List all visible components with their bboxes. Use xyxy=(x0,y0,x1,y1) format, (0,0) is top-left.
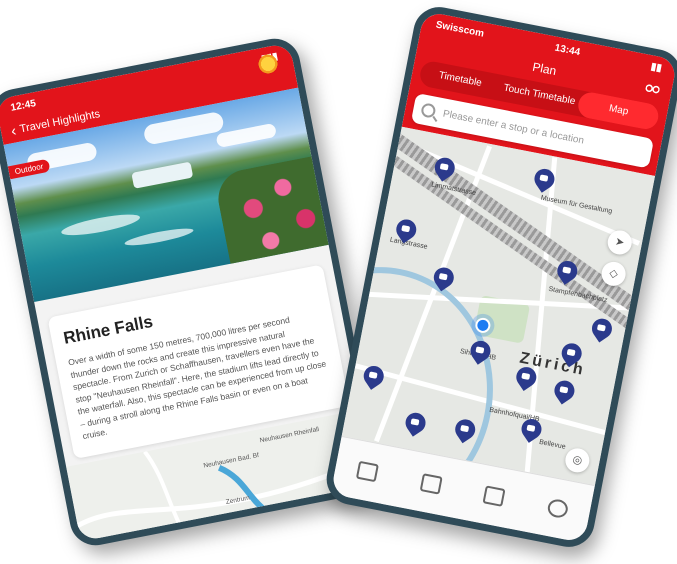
status-time: 13:44 xyxy=(553,42,582,58)
map-label: Schloss Laufen xyxy=(122,538,168,550)
foam xyxy=(123,225,195,249)
foam xyxy=(60,210,142,240)
map-view[interactable]: Limmatstrasse Museum für Gestaltung Lang… xyxy=(341,126,656,487)
category-badge: Outdoor xyxy=(7,158,51,180)
flowers xyxy=(213,154,329,274)
phone-travel-highlights: 12:45 ▮▮▮ ‹ Travel Highlights Outdoor Rh… xyxy=(0,34,384,550)
back-chevron-icon[interactable]: ‹ xyxy=(10,122,18,140)
locate-button[interactable]: ◎ xyxy=(563,446,592,475)
battery-icon: ▮▮ xyxy=(649,60,663,74)
ticket-icon[interactable] xyxy=(356,460,380,483)
page-title: Plan xyxy=(531,59,558,79)
search-icon xyxy=(420,102,437,119)
profile-icon[interactable] xyxy=(546,497,570,520)
status-time: 12:45 xyxy=(9,97,37,114)
grid-icon[interactable] xyxy=(419,473,443,495)
calendar-icon[interactable] xyxy=(482,485,506,507)
glasses-icon[interactable] xyxy=(645,83,661,95)
cloud xyxy=(215,122,278,149)
map-label: Bellevue xyxy=(538,438,567,451)
stop-pin[interactable] xyxy=(550,376,579,405)
phone-plan-map: Swisscom 13:44 ▮▮ Plan Timetable Touch T… xyxy=(322,2,677,552)
waterfall xyxy=(131,161,194,189)
cloud xyxy=(142,110,225,146)
